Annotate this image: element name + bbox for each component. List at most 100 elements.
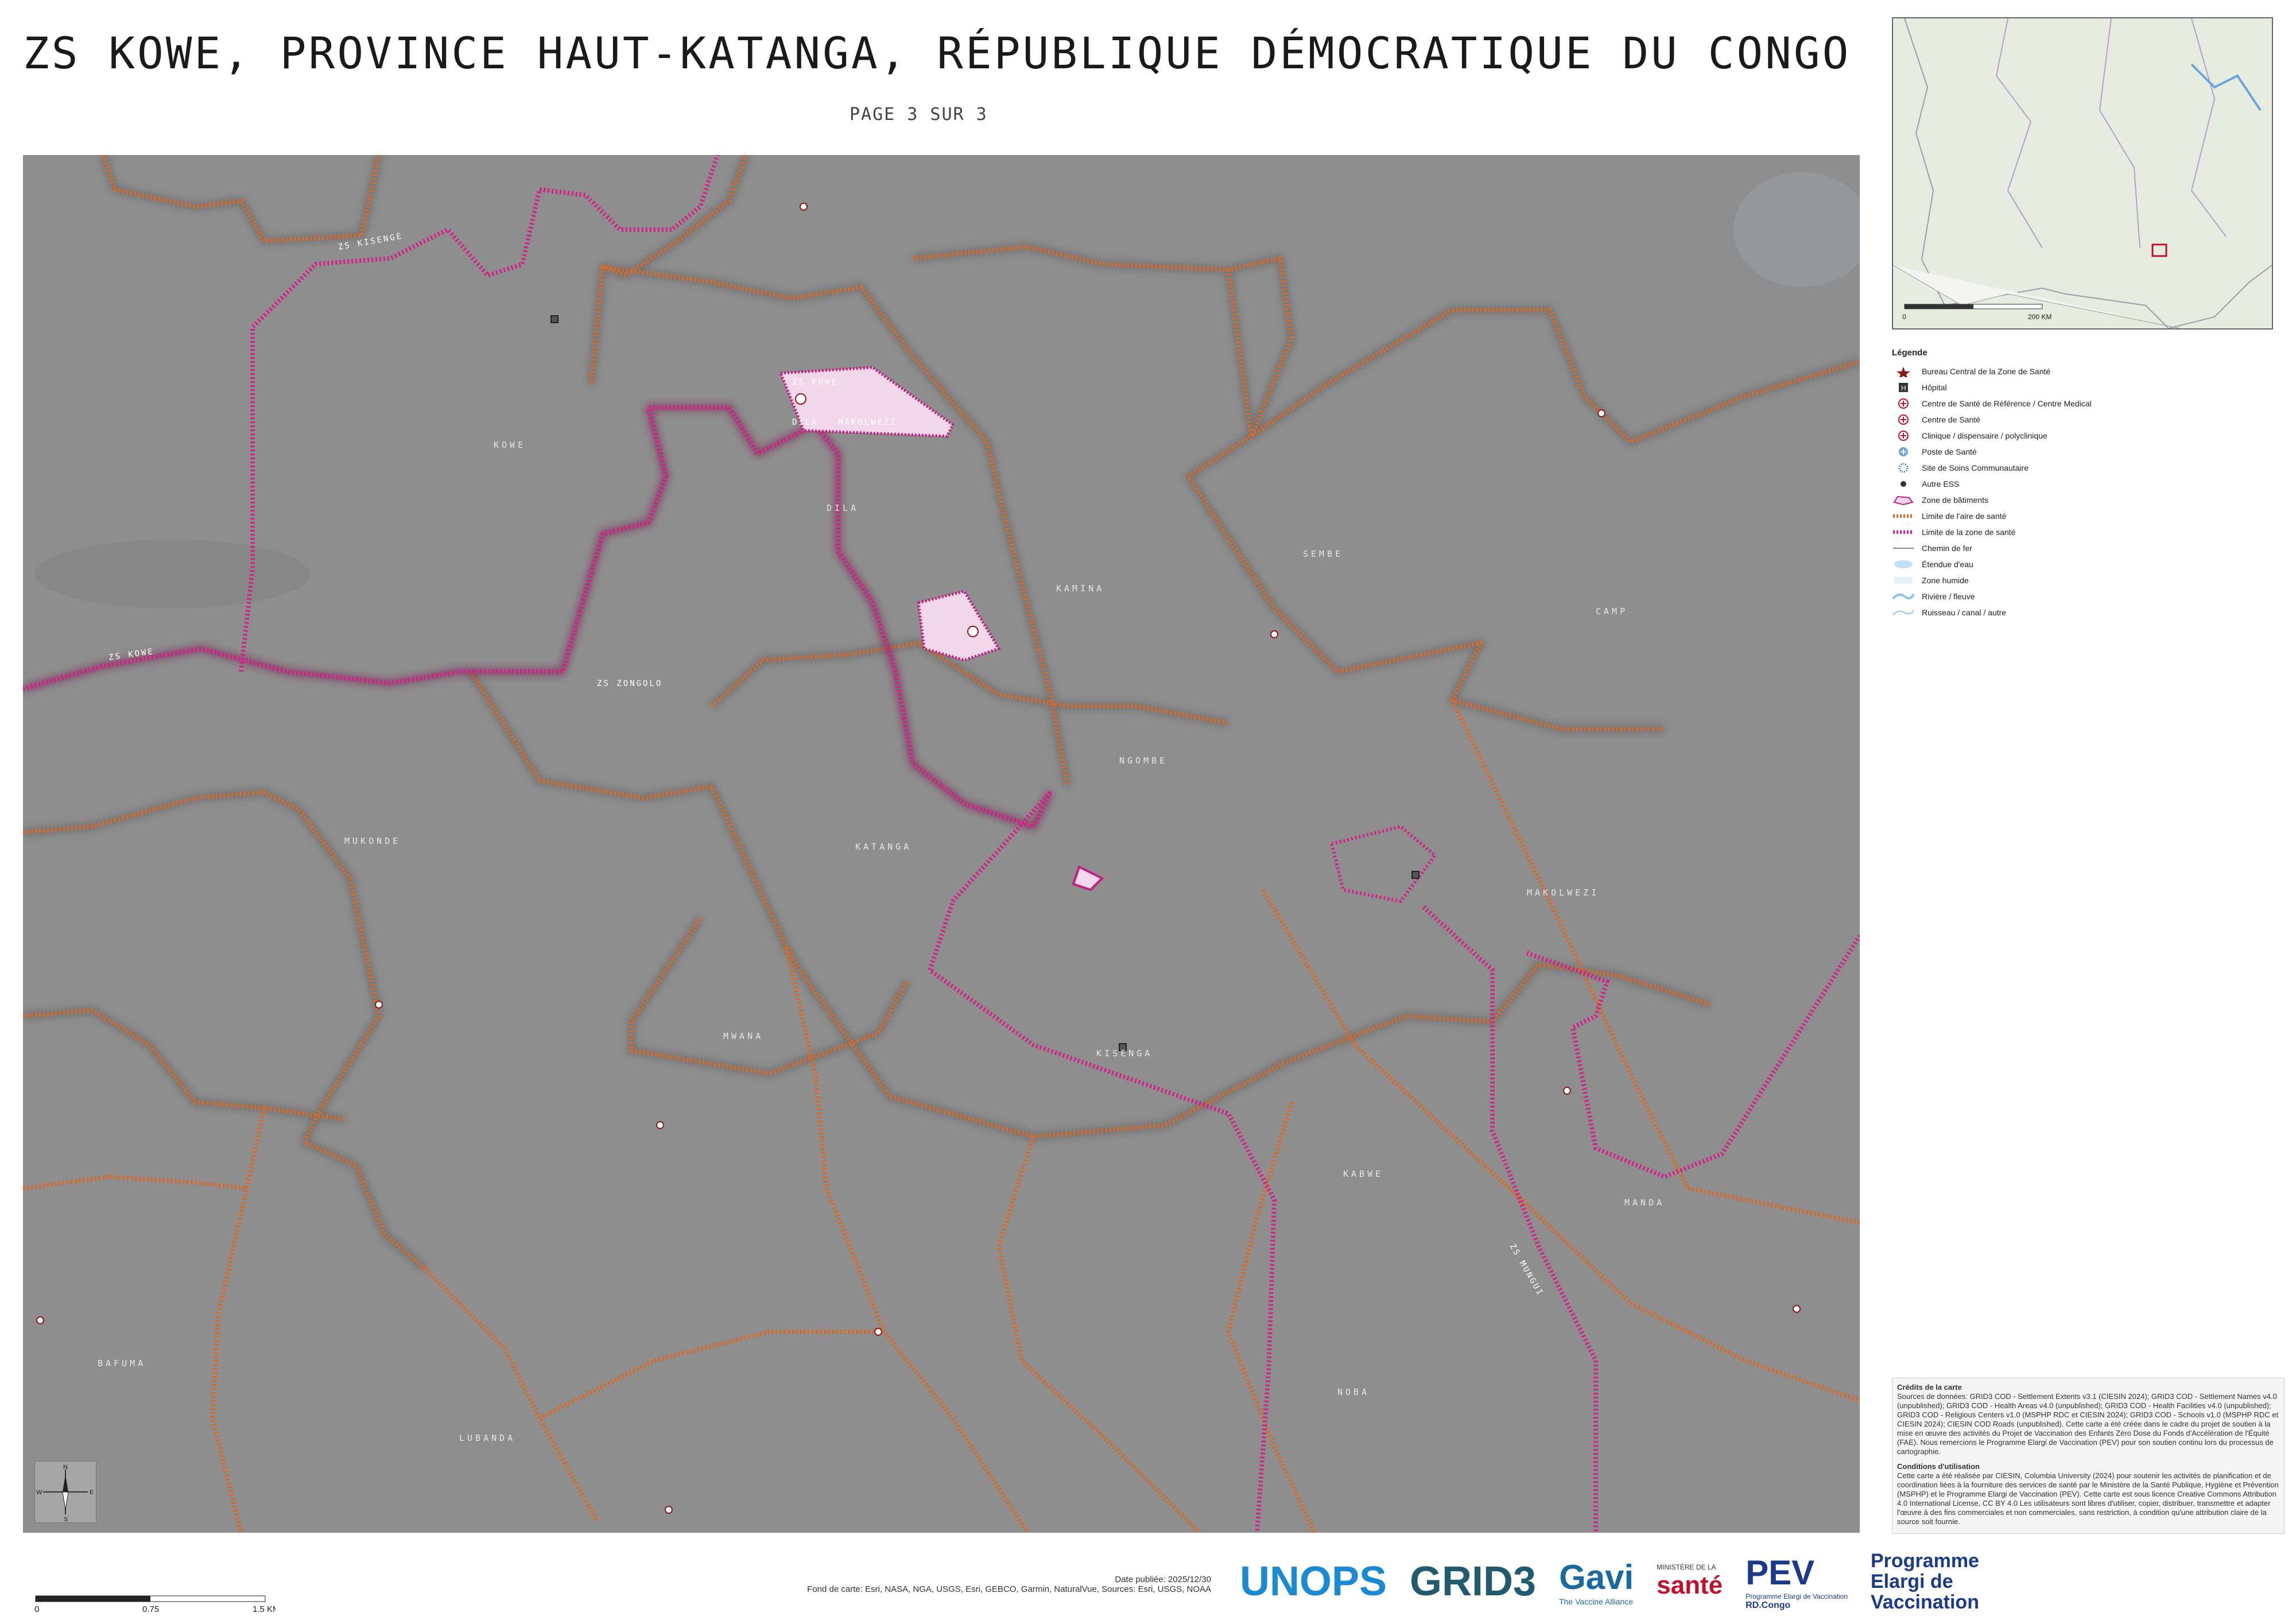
unops-logo: UNOPS	[1240, 1559, 1387, 1604]
legend-label: Autre ESS	[1922, 479, 1960, 489]
legend-label: Clinique / dispensaire / polyclinique	[1922, 431, 2047, 440]
health-center-icon	[665, 1506, 673, 1514]
hospital-icon	[550, 315, 559, 323]
legend-label: Centre de Santé	[1922, 415, 1980, 424]
pev-logo: PEV Programme Elargi de Vaccination RD.C…	[1746, 1553, 1848, 1610]
health-center-icon	[1597, 409, 1605, 417]
health-center-icon	[36, 1316, 44, 1324]
legend-label: Poste de Santé	[1922, 447, 1977, 456]
legend-item: Limite de la zone de santé	[1892, 524, 2271, 540]
area-label: KATANGA	[855, 842, 912, 852]
area-label: KISENGA	[1096, 1048, 1153, 1059]
inset-map: 0 200 KM	[1892, 17, 2273, 330]
grid3-logo: GRID3	[1410, 1559, 1537, 1604]
compass-s: S	[64, 1516, 68, 1522]
legend-item: H Hôpital	[1892, 379, 2271, 396]
scale-label-0: 0	[34, 1604, 39, 1614]
legend-label: Étendue d'eau	[1922, 560, 1973, 569]
inset-scale-label: 200 KM	[2028, 313, 2051, 321]
settlement-label: DILA	[792, 418, 819, 427]
area-label: KAMINA	[1056, 583, 1104, 594]
area-label: KOWE	[494, 440, 526, 450]
area-label: LUBANDA	[459, 1433, 515, 1443]
health-center-icon	[1793, 1305, 1801, 1313]
terrain-shade	[34, 540, 310, 608]
credits-body: Sources de données: GRID3 COD - Settleme…	[1897, 1392, 2279, 1456]
health-center-icon	[656, 1121, 664, 1129]
legend-label: Bureau Central de la Zone de Santé	[1922, 367, 2051, 376]
health-center-icon	[1892, 414, 1915, 425]
health-center-icon	[375, 1001, 383, 1009]
health-center-icon	[795, 393, 806, 405]
community-site-icon	[1892, 462, 1915, 474]
inset-scale-start: 0	[1902, 313, 1906, 321]
map-title: ZS KOWE, PROVINCE HAUT-KATANGA, RÉPUBLIQ…	[23, 28, 1851, 79]
credits-heading: Crédits de la carte	[1897, 1383, 1962, 1392]
area-label: NOBA	[1337, 1387, 1370, 1397]
water-body-icon	[1892, 559, 1915, 570]
legend-item: Zone de bâtiments	[1892, 492, 2271, 508]
health-center-icon	[967, 626, 979, 637]
compass-w: W	[36, 1489, 42, 1496]
svg-text:H: H	[1901, 384, 1906, 392]
building-zone-icon	[1892, 494, 1915, 506]
legend-item: Chemin de fer	[1892, 540, 2271, 556]
settlement-label: ZS KOWE	[792, 378, 838, 387]
area-label: MAKOLWEZI	[1527, 887, 1599, 898]
area-label: MANDA	[1624, 1197, 1665, 1208]
settlement-label: MAKOLWEZI	[838, 418, 897, 427]
map-background	[23, 155, 1860, 1533]
zone-label: ZS ZONGOLO	[597, 679, 662, 688]
hospital-icon: H	[1892, 382, 1915, 393]
legend-item: Bureau Central de la Zone de Santé	[1892, 363, 2271, 379]
main-map[interactable]: KOWE DILA KATANGA NGOMBE MWANA SEMBE KIS…	[23, 155, 1860, 1533]
area-label: BAFUMA	[98, 1358, 146, 1369]
legend-label: Limite de la zone de santé	[1922, 528, 2016, 537]
legend-item: Zone humide	[1892, 572, 2271, 588]
legend-title: Légende	[1892, 348, 1927, 358]
gavi-logo: Gavi The Vaccine Alliance	[1559, 1557, 1634, 1606]
legend-label: Site de Soins Communautaire	[1922, 463, 2029, 472]
scale-bar: 0 0.75 1.5 KM	[34, 1595, 280, 1621]
legend-label: Zone humide	[1922, 576, 1969, 585]
hospital-icon	[1411, 871, 1420, 879]
legend-label: Rivière / fleuve	[1922, 592, 1975, 601]
area-label: CAMP	[1596, 606, 1628, 617]
scale-label-mid: 0.75	[142, 1604, 159, 1614]
legend-item: Rivière / fleuve	[1892, 588, 2271, 604]
legend-item: Limite de l'aire de santé	[1892, 508, 2271, 524]
page-indicator: PAGE 3 SUR 3	[850, 104, 988, 125]
conditions-heading: Conditions d'utilisation	[1897, 1462, 1980, 1471]
area-label: MWANA	[723, 1031, 763, 1041]
area-label: NGOMBE	[1119, 755, 1168, 766]
ministry-logo: MINISTÈRE DE LA santé	[1657, 1563, 1723, 1599]
other-ess-icon	[1892, 478, 1915, 490]
credits-box: Crédits de la carte Sources de données: …	[1892, 1378, 2285, 1534]
north-arrow: N S E W	[34, 1461, 96, 1523]
legend-item: Site de Soins Communautaire	[1892, 460, 2271, 476]
publication-info: Date publiée: 2025/12/30 Fond de carte: …	[763, 1575, 1211, 1594]
compass-n: N	[63, 1464, 68, 1471]
legend-item: Centre de Santé	[1892, 412, 2271, 428]
legend-label: Hôpital	[1922, 383, 1947, 392]
health-area-line-icon	[1892, 510, 1915, 522]
wetland-icon	[1892, 575, 1915, 586]
legend-item: Centre de Santé de Référence / Centre Me…	[1892, 396, 2271, 412]
legend-label: Centre de Santé de Référence / Centre Me…	[1922, 399, 2092, 408]
scale-label-end: 1.5 KM	[253, 1604, 276, 1614]
river-icon	[1892, 591, 1915, 602]
legend-item: Autre ESS	[1892, 476, 2271, 492]
basemap-credit: Fond de carte: Esri, NASA, NGA, USGS, Es…	[807, 1584, 1211, 1594]
health-post-icon	[1892, 446, 1915, 458]
stream-icon	[1892, 607, 1915, 618]
legend: Légende Bureau Central de la Zone de San…	[1892, 348, 2271, 621]
health-center-icon	[874, 1328, 882, 1336]
health-center-icon	[1270, 630, 1278, 638]
health-zone-line-icon	[1892, 526, 1915, 538]
star-icon	[1892, 366, 1915, 379]
clinic-icon	[1892, 430, 1915, 441]
legend-label: Zone de bâtiments	[1922, 495, 1988, 505]
area-label: MUKONDE	[344, 836, 401, 846]
health-center-icon	[1563, 1087, 1571, 1095]
area-label: DILA	[827, 503, 859, 513]
